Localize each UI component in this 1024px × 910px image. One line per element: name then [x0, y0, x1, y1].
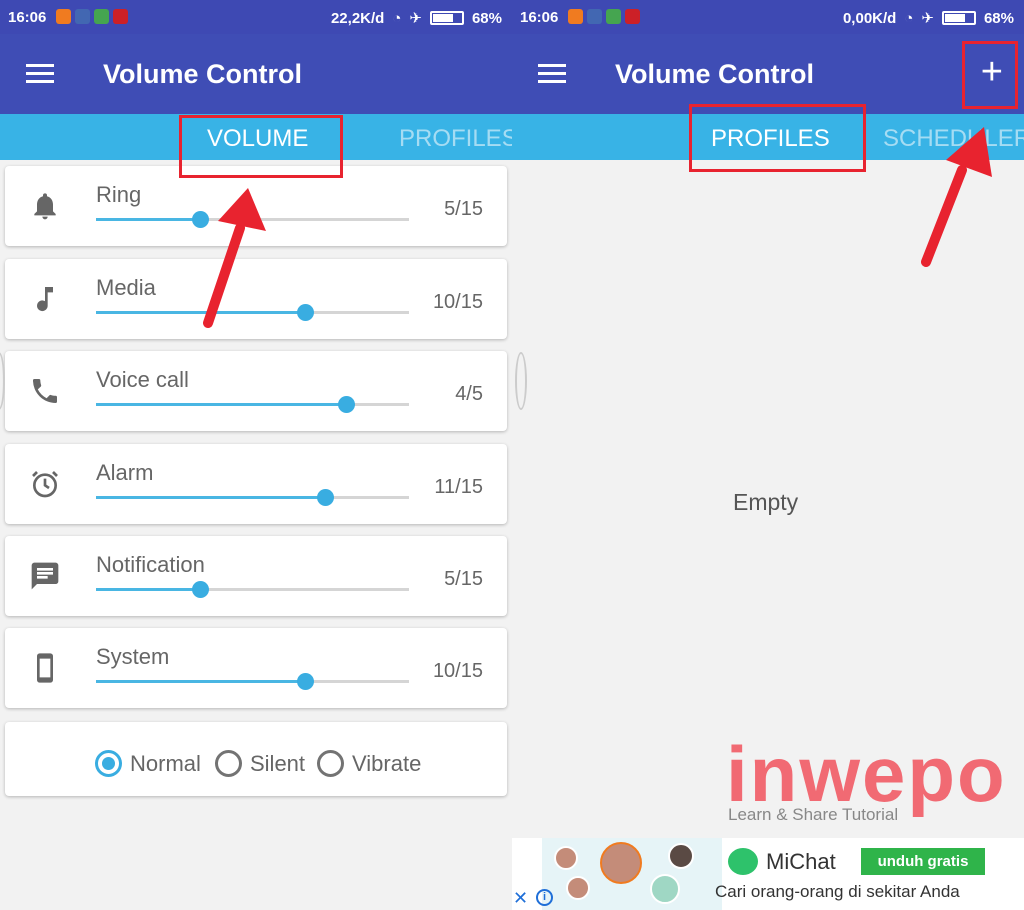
mode-label: Normal [130, 750, 201, 776]
watermark-logo: inwepo Learn & Share Tutorial [726, 735, 1018, 830]
volume-slider[interactable] [96, 489, 409, 506]
status-bar: 16:06 0,00K/d ◔ ✈ 68% [512, 0, 1024, 34]
mode-label: Vibrate [352, 750, 422, 776]
mode-label: Silent [250, 750, 306, 776]
watermark-tagline: Learn & Share Tutorial [728, 805, 899, 824]
volume-value: 10/15 [432, 660, 483, 682]
app-bar: Volume Control [0, 34, 512, 114]
empty-state-text: Empty [733, 489, 799, 515]
network-speed: 0,00K/d [842, 9, 897, 27]
mode-vibrate-radio[interactable]: Vibrate [317, 750, 421, 777]
volume-label: Ring [96, 182, 142, 207]
mode-silent-radio[interactable]: Silent [215, 750, 305, 777]
annotation-box-add-button [962, 41, 1018, 109]
slider-thumb[interactable] [296, 673, 314, 690]
battery-icon [941, 11, 976, 25]
facebook-icon [75, 9, 90, 24]
message-icon [31, 562, 59, 590]
tab-profiles[interactable]: PROFILESVOLUME [399, 125, 512, 153]
volume-card-notification: Notification 5/15 [5, 536, 507, 616]
maps-icon [94, 9, 109, 24]
radio-unchecked-icon [215, 750, 242, 777]
status-time: 16:06 [520, 9, 559, 26]
status-right: 22,2K/d ◔ ✈ 68% [330, 9, 502, 28]
ad-description: Cari orang-orang di sekitar Anda [715, 882, 960, 901]
music-note-icon [37, 287, 53, 312]
notification-icons [56, 9, 128, 24]
airplane-icon: ✈ [921, 10, 934, 27]
annotation-box-profiles-tab [689, 104, 866, 172]
screenshot-stage: 16:06 22,2K/d ◔ ✈ 68% Volume Control VOL… [0, 0, 1024, 910]
battery-icon [429, 11, 464, 25]
app-notification-icon [56, 9, 71, 24]
volume-screen: 16:06 22,2K/d ◔ ✈ 68% Volume Control VOL… [0, 0, 512, 910]
battery-percent: 68% [983, 9, 1014, 27]
video-icon [113, 9, 128, 24]
smartphone-icon [37, 653, 53, 683]
slider-thumb[interactable] [338, 396, 356, 413]
volume-slider[interactable] [96, 581, 409, 598]
volume-value: 5/15 [444, 198, 483, 220]
volume-label: Voice call [96, 367, 189, 392]
ad-banner[interactable]: MiChat unduh gratis Cari orang-orang di … [512, 838, 1024, 910]
menu-icon[interactable] [538, 64, 566, 84]
video-icon [625, 9, 640, 24]
status-right: 0,00K/d ◔ ✈ 68% [842, 9, 1014, 28]
volume-slider[interactable] [96, 673, 409, 690]
profiles-screen: 16:06 0,00K/d ◔ ✈ 68% Volume Control + P… [512, 0, 1024, 910]
airplane-icon: ✈ [409, 10, 422, 27]
michat-logo-icon [728, 848, 758, 875]
volume-label: Media [96, 275, 156, 300]
slider-thumb[interactable] [192, 581, 210, 598]
swipe-edge [515, 352, 527, 410]
volume-card-voice-call: Voice call 4/5 [5, 351, 507, 431]
volume-slider[interactable] [96, 396, 409, 413]
annotation-arrow [203, 188, 266, 328]
facebook-icon [587, 9, 602, 24]
volume-card-system: System 10/15 [5, 628, 507, 708]
slider-thumb[interactable] [317, 489, 335, 506]
ad-brand: MiChat [728, 848, 836, 875]
phone-icon [33, 379, 57, 403]
volume-label: Notification [96, 552, 205, 577]
app-notification-icon [568, 9, 583, 24]
status-time: 16:06 [8, 9, 47, 26]
menu-icon[interactable] [26, 64, 54, 84]
notification-icons [568, 9, 640, 24]
maps-icon [606, 9, 621, 24]
battery-percent: 68% [471, 9, 502, 27]
volume-value: 4/5 [455, 383, 483, 405]
radio-checked-icon [95, 750, 122, 777]
annotation-box-volume-tab [179, 115, 343, 178]
app-title: Volume Control [615, 59, 814, 89]
mode-normal-radio[interactable]: Normal [95, 750, 201, 777]
volume-card-alarm: Alarm 11/15 [5, 444, 507, 524]
radio-unchecked-icon [317, 750, 344, 777]
volume-label: System [96, 644, 170, 669]
ad-image [542, 838, 722, 910]
wifi-icon: ◔ [392, 9, 402, 27]
ad-download-button[interactable]: unduh gratis [861, 848, 985, 875]
ad-info-icon[interactable]: i [536, 889, 553, 906]
network-speed: 22,2K/d [330, 9, 385, 27]
annotation-arrow [921, 127, 992, 267]
volume-value: 11/15 [434, 476, 483, 498]
volume-value: 10/15 [432, 291, 483, 313]
slider-thumb[interactable] [296, 304, 314, 321]
status-bar: 16:06 22,2K/d ◔ ✈ 68% [0, 0, 512, 34]
ad-close-icon[interactable]: ✕ [513, 888, 528, 909]
app-title: Volume Control [103, 59, 302, 89]
ringer-mode-card: Normal Silent Vibrate [5, 722, 507, 796]
volume-value: 5/15 [444, 568, 483, 590]
bell-icon [34, 193, 56, 220]
alarm-clock-icon [32, 471, 58, 498]
wifi-icon: ◔ [904, 9, 914, 27]
app-bar: Volume Control + [512, 34, 1024, 114]
volume-label: Alarm [96, 460, 154, 485]
